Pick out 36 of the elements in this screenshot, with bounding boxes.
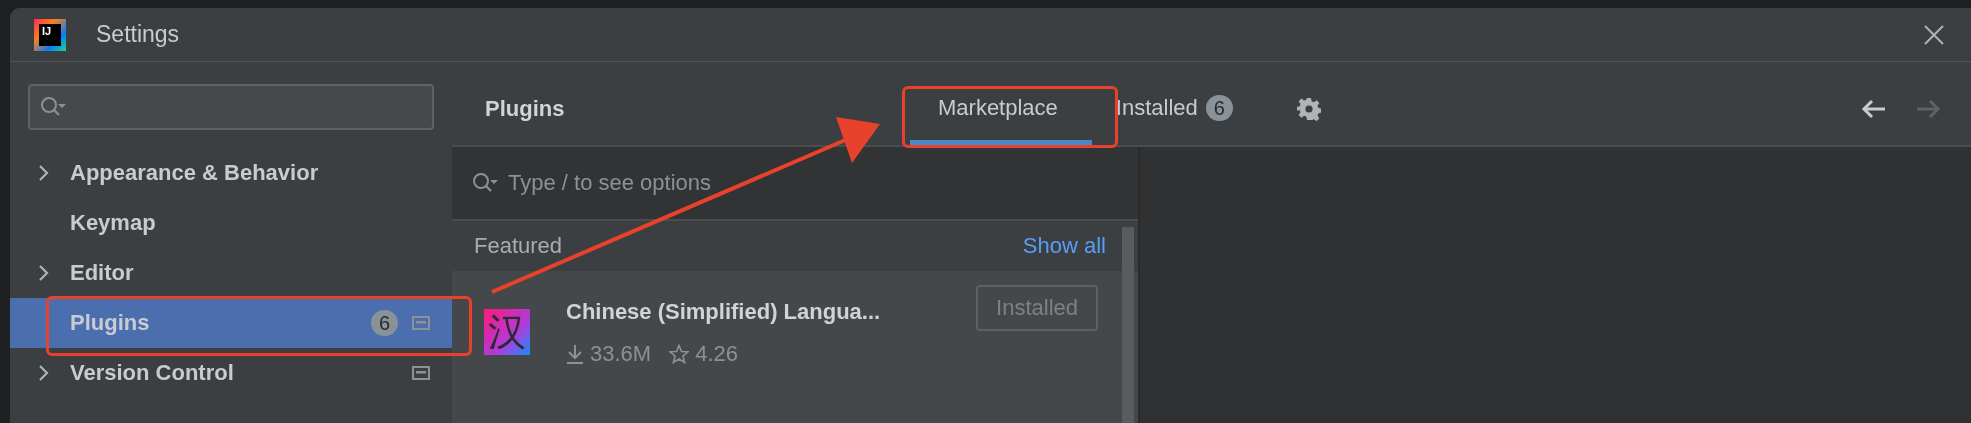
rating: 4.26 xyxy=(695,341,738,367)
logo-text: IJ xyxy=(39,23,61,46)
plugin-name: Chinese (Simplified) Langua... xyxy=(566,299,881,325)
sidebar-label: Editor xyxy=(70,260,134,286)
tab[interactable]: Installed 6 xyxy=(1091,62,1257,145)
window-title: Settings xyxy=(96,21,180,48)
star-icon xyxy=(669,344,690,364)
settings-icon[interactable] xyxy=(1296,96,1321,121)
search-icon xyxy=(40,96,68,118)
scrollbar[interactable] xyxy=(1122,227,1134,423)
chevron-icon[interactable] xyxy=(38,264,50,282)
sidebar-label: Plugins xyxy=(70,310,150,336)
sidebar-label: Keymap xyxy=(70,210,156,236)
close-icon[interactable] xyxy=(1923,23,1945,46)
sidebar-label: Appearance & Behavior xyxy=(70,160,319,186)
plugin-logo: 汉 xyxy=(484,309,530,355)
page-title: Plugins xyxy=(484,95,566,122)
count-badge: 6 xyxy=(1205,95,1233,121)
search-field[interactable]: Type / to see options xyxy=(452,147,1138,221)
sidebar-label: Version Control xyxy=(70,360,234,386)
sidebar-item[interactable]: Version Control xyxy=(10,348,452,398)
section-title: Featured xyxy=(474,233,563,259)
search-field[interactable] xyxy=(28,84,434,130)
sidebar-item[interactable]: Keymap xyxy=(10,198,452,248)
download-count: 33.6M xyxy=(590,341,652,367)
sidebar-item[interactable]: Editor xyxy=(10,248,452,298)
search-input[interactable]: Type / to see options xyxy=(508,166,1118,200)
search-icon xyxy=(472,172,500,194)
chevron-icon[interactable] xyxy=(38,364,50,382)
back-arrow-icon[interactable] xyxy=(1861,97,1887,120)
show-all-link[interactable]: Show all xyxy=(1022,233,1106,259)
download-icon xyxy=(566,344,584,364)
count-badge: 6 xyxy=(370,310,398,336)
sidebar-item[interactable]: Appearance & Behavior xyxy=(10,148,452,198)
chevron-icon[interactable] xyxy=(38,164,50,182)
sidebar-item[interactable]: Plugins 6 xyxy=(10,298,452,348)
